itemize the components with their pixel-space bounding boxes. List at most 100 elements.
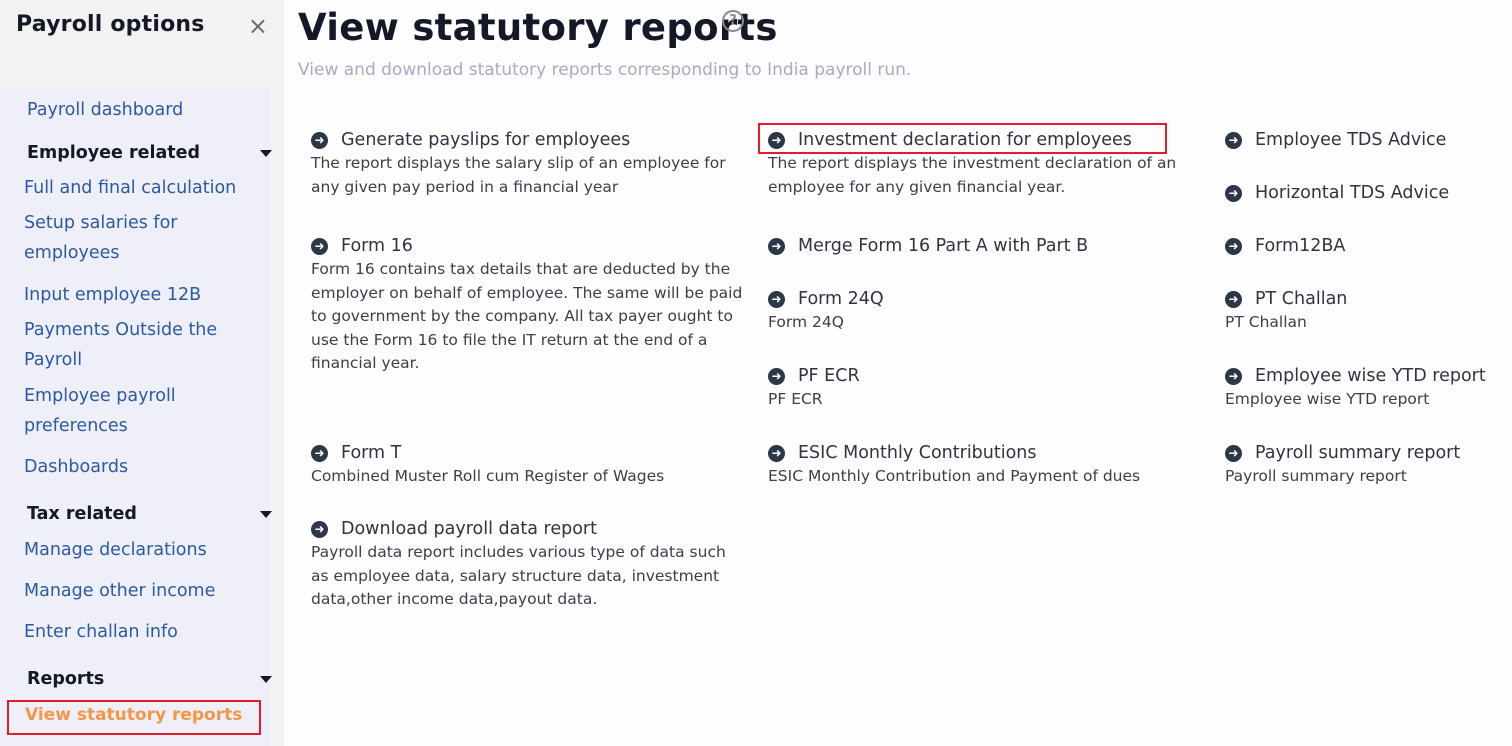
sidebar-title: Payroll options <box>16 12 205 37</box>
report-title: Download payroll data report <box>341 519 597 539</box>
report-description: The report displays the investment decla… <box>768 154 1177 196</box>
sidebar-item-setup-salaries[interactable]: Setup salaries for employees <box>24 208 224 268</box>
report-description: Payroll summary report <box>1225 467 1407 485</box>
report-description: PF ECR <box>768 390 823 408</box>
report-title: Merge Form 16 Part A with Part B <box>798 236 1089 256</box>
sidebar-item-payroll-dashboard[interactable]: Payroll dashboard <box>27 95 267 125</box>
page-subtitle: View and download statutory reports corr… <box>298 60 912 80</box>
sidebar: Payroll options × Payroll dashboard Empl… <box>0 0 284 746</box>
caret-down-icon <box>260 150 272 157</box>
report-description: Form 24Q <box>768 313 844 331</box>
arrow-right-circle-icon: ➜ <box>768 290 785 308</box>
sidebar-group-label: Reports <box>27 669 105 689</box>
report-title: PT Challan <box>1255 289 1348 309</box>
sidebar-item-manage-declarations[interactable]: Manage declarations <box>24 535 264 565</box>
sidebar-item-employee-preferences[interactable]: Employee payroll preferences <box>24 381 224 441</box>
arrow-right-circle-icon: ➜ <box>311 131 328 149</box>
page-title: View statutory reports <box>298 6 778 49</box>
sidebar-item-view-statutory-reports[interactable]: View statutory reports <box>7 700 261 735</box>
report-description: Payroll data report includes various typ… <box>311 543 726 608</box>
report-link-form-24q[interactable]: ➜ Form 24Q <box>768 287 1208 311</box>
sidebar-group-tax-related[interactable]: Tax related <box>27 502 272 526</box>
report-title: Form T <box>341 443 402 463</box>
sidebar-item-manage-other-income[interactable]: Manage other income <box>24 576 264 606</box>
report-item: ➜ Generate payslips for employees The re… <box>311 128 751 199</box>
arrow-right-circle-icon: ➜ <box>768 237 785 255</box>
sidebar-item-dashboards[interactable]: Dashboards <box>24 452 264 482</box>
report-link-investment-declaration[interactable]: ➜ Investment declaration for employees <box>768 128 1208 152</box>
report-link-form-16[interactable]: ➜ Form 16 <box>311 234 743 258</box>
report-description: Form 16 contains tax details that are de… <box>311 260 743 372</box>
arrow-right-circle-icon: ➜ <box>1225 444 1242 462</box>
arrow-right-circle-icon: ➜ <box>311 237 328 255</box>
report-item: ➜ Merge Form 16 Part A with Part B <box>768 234 1208 258</box>
report-item: ➜ ESIC Monthly Contributions ESIC Monthl… <box>768 441 1208 489</box>
arrow-right-circle-icon: ➜ <box>311 520 328 538</box>
arrow-right-circle-icon: ➜ <box>768 131 785 149</box>
report-item: ➜ Investment declaration for employees T… <box>768 128 1208 199</box>
report-item: ➜ Horizontal TDS Advice <box>1225 181 1510 205</box>
caret-down-icon <box>260 511 272 518</box>
sidebar-group-label: Employee related <box>27 143 201 163</box>
report-description: ESIC Monthly Contribution and Payment of… <box>768 467 1141 485</box>
report-link-pt-challan[interactable]: ➜ PT Challan <box>1225 287 1510 311</box>
report-title: PF ECR <box>798 366 860 386</box>
report-item: ➜ Download payroll data report Payroll d… <box>311 517 726 612</box>
report-description: The report displays the salary slip of a… <box>311 154 726 196</box>
sidebar-group-employee-related[interactable]: Employee related <box>27 141 272 165</box>
report-item: ➜ PF ECR PF ECR <box>768 364 1208 412</box>
app: Payroll options × Payroll dashboard Empl… <box>0 0 1512 746</box>
report-link-merge-form-16[interactable]: ➜ Merge Form 16 Part A with Part B <box>768 234 1208 258</box>
report-title: Payroll summary report <box>1255 443 1461 463</box>
arrow-right-circle-icon: ➜ <box>1225 367 1242 385</box>
sidebar-item-input-12b[interactable]: Input employee 12B <box>24 280 264 310</box>
report-description: PT Challan <box>1225 313 1307 331</box>
sidebar-item-full-and-final[interactable]: Full and final calculation <box>24 173 264 203</box>
sidebar-item-enter-challan[interactable]: Enter challan info <box>24 617 264 647</box>
report-item: ➜ Form12BA <box>1225 234 1510 258</box>
caret-down-icon <box>260 676 272 683</box>
arrow-right-circle-icon: ➜ <box>768 444 785 462</box>
report-title: Form12BA <box>1255 236 1346 256</box>
report-link-payroll-summary[interactable]: ➜ Payroll summary report <box>1225 441 1510 465</box>
report-link-generate-payslips[interactable]: ➜ Generate payslips for employees <box>311 128 751 152</box>
report-title: Employee wise YTD report <box>1255 366 1486 386</box>
report-item: ➜ Employee TDS Advice <box>1225 128 1510 152</box>
report-title: Form 16 <box>341 236 413 256</box>
sidebar-group-reports[interactable]: Reports <box>27 667 272 691</box>
close-icon[interactable]: × <box>248 12 268 40</box>
report-link-download-payroll-data[interactable]: ➜ Download payroll data report <box>311 517 726 541</box>
report-link-pf-ecr[interactable]: ➜ PF ECR <box>768 364 1208 388</box>
report-item: ➜ Form 16 Form 16 contains tax details t… <box>311 234 743 376</box>
report-link-horizontal-tds-advice[interactable]: ➜ Horizontal TDS Advice <box>1225 181 1510 205</box>
report-title: Generate payslips for employees <box>341 130 631 150</box>
report-title: ESIC Monthly Contributions <box>798 443 1037 463</box>
help-icon[interactable]: ? <box>722 10 744 32</box>
report-item: ➜ Form 24Q Form 24Q <box>768 287 1208 335</box>
report-title: Investment declaration for employees <box>798 130 1132 150</box>
report-title: Form 24Q <box>798 289 884 309</box>
report-item: ➜ Employee wise YTD report Employee wise… <box>1225 364 1510 412</box>
report-description: Combined Muster Roll cum Register of Wag… <box>311 467 665 485</box>
arrow-right-circle-icon: ➜ <box>1225 237 1242 255</box>
sidebar-item-label: View statutory reports <box>25 705 243 725</box>
report-link-employee-tds-advice[interactable]: ➜ Employee TDS Advice <box>1225 128 1510 152</box>
sidebar-header: Payroll options × <box>16 12 272 42</box>
report-title: Horizontal TDS Advice <box>1255 183 1450 203</box>
sidebar-nav: Payroll dashboard Employee related Full … <box>0 88 272 746</box>
report-link-form-t[interactable]: ➜ Form T <box>311 441 751 465</box>
report-item: ➜ PT Challan PT Challan <box>1225 287 1510 335</box>
arrow-right-circle-icon: ➜ <box>768 367 785 385</box>
report-link-form12ba[interactable]: ➜ Form12BA <box>1225 234 1510 258</box>
report-link-esic-monthly[interactable]: ➜ ESIC Monthly Contributions <box>768 441 1208 465</box>
report-link-employee-wise-ytd[interactable]: ➜ Employee wise YTD report <box>1225 364 1510 388</box>
sidebar-item-payments-outside[interactable]: Payments Outside the Payroll <box>24 315 239 375</box>
report-item: ➜ Form T Combined Muster Roll cum Regist… <box>311 441 751 489</box>
arrow-right-circle-icon: ➜ <box>1225 290 1242 308</box>
report-title: Employee TDS Advice <box>1255 130 1447 150</box>
arrow-right-circle-icon: ➜ <box>1225 184 1242 202</box>
report-item: ➜ Payroll summary report Payroll summary… <box>1225 441 1510 489</box>
sidebar-group-label: Tax related <box>27 504 137 524</box>
report-description: Employee wise YTD report <box>1225 390 1430 408</box>
arrow-right-circle-icon: ➜ <box>1225 131 1242 149</box>
